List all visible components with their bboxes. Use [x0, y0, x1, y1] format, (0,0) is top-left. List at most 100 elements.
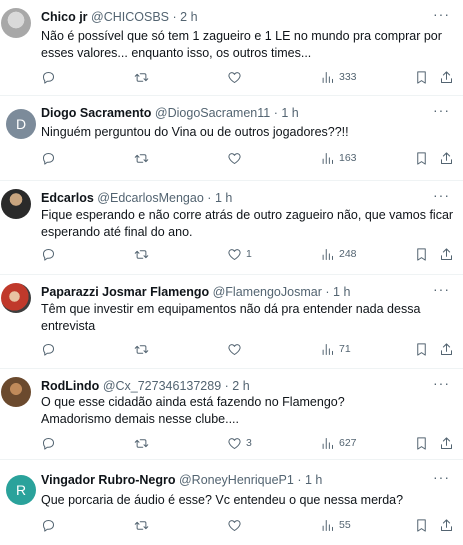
share-button[interactable]	[439, 67, 454, 87]
share-button[interactable]	[439, 244, 454, 264]
retweet-button[interactable]	[134, 339, 153, 359]
more-options-icon[interactable]: ···	[433, 7, 450, 21]
tweet[interactable]: R Vingador Rubro-Negro @RoneyHenriqueP1 …	[0, 460, 463, 545]
reply-button[interactable]	[41, 148, 60, 168]
timestamp[interactable]: 1 h	[305, 473, 322, 487]
author-handle[interactable]: @FlamengoJosmar	[213, 285, 322, 299]
tweet-text: O que esse cidadão ainda está fazendo no…	[41, 395, 345, 426]
retweet-icon	[134, 153, 149, 163]
retweet-icon	[134, 438, 149, 448]
views-button[interactable]: 55	[320, 515, 351, 535]
author-name[interactable]: Paparazzi Josmar Flamengo	[41, 285, 209, 299]
avatar[interactable]	[1, 189, 31, 219]
retweet-button[interactable]	[134, 244, 153, 264]
author-handle[interactable]: @EdcarlosMengao	[97, 191, 204, 205]
reply-button[interactable]	[41, 515, 60, 535]
tweet[interactable]: RodLindo @Cx_727346137289 · 2 h ··· O qu…	[0, 369, 463, 460]
views-button[interactable]: 163	[320, 148, 357, 168]
share-button[interactable]	[439, 515, 454, 535]
author-name[interactable]: Edcarlos	[41, 191, 94, 205]
more-options-icon[interactable]: ···	[433, 470, 450, 484]
author-name[interactable]: Vingador Rubro-Negro	[41, 473, 176, 487]
like-button[interactable]: 1	[227, 244, 252, 264]
reply-icon	[43, 519, 54, 532]
timestamp[interactable]: 1 h	[281, 106, 298, 120]
retweet-button[interactable]	[134, 148, 153, 168]
tweet-actions: 1 248	[41, 244, 455, 264]
share-button[interactable]	[439, 433, 454, 453]
reply-button[interactable]	[41, 67, 60, 87]
more-options-icon[interactable]: ···	[433, 188, 450, 202]
avatar[interactable]	[1, 8, 31, 38]
tweet-actions: 71	[41, 339, 455, 359]
views-button[interactable]: 71	[320, 339, 351, 359]
author-handle[interactable]: @DiogoSacramen11	[155, 106, 270, 120]
bookmark-button[interactable]	[414, 67, 429, 87]
retweet-icon	[134, 72, 149, 82]
tweet-header: Paparazzi Josmar Flamengo @FlamengoJosma…	[41, 284, 350, 300]
bookmark-button[interactable]	[414, 433, 429, 453]
retweet-icon	[134, 344, 149, 354]
tweet[interactable]: Edcarlos @EdcarlosMengao · 1 h ··· Fique…	[0, 181, 463, 275]
like-button[interactable]	[227, 67, 246, 87]
separator: ·	[207, 191, 212, 205]
share-button[interactable]	[439, 148, 454, 168]
tweet-actions: 3 627	[41, 433, 455, 453]
avatar[interactable]	[1, 377, 31, 407]
bookmark-button[interactable]	[414, 148, 429, 168]
reply-button[interactable]	[41, 433, 60, 453]
like-button[interactable]	[227, 339, 246, 359]
avatar[interactable]: R	[6, 475, 36, 505]
bookmark-icon	[417, 70, 426, 84]
share-icon	[441, 436, 452, 449]
timestamp[interactable]: 1 h	[215, 191, 232, 205]
views-count: 55	[339, 519, 351, 531]
retweet-button[interactable]	[134, 515, 153, 535]
tweet[interactable]: D Diogo Sacramento @DiogoSacramen11 · 1 …	[0, 96, 463, 181]
bookmark-icon	[417, 342, 426, 356]
retweet-icon	[134, 249, 149, 259]
like-button[interactable]: 3	[227, 433, 252, 453]
views-count: 71	[339, 343, 351, 355]
tweet-actions: 333	[41, 67, 455, 87]
separator: ·	[273, 106, 278, 120]
reply-button[interactable]	[41, 244, 60, 264]
more-options-icon[interactable]: ···	[433, 103, 450, 117]
bookmark-button[interactable]	[414, 339, 429, 359]
timestamp[interactable]: 2 h	[232, 379, 249, 393]
author-handle[interactable]: @CHICOSBS	[91, 10, 169, 24]
author-name[interactable]: RodLindo	[41, 379, 99, 393]
author-handle[interactable]: @RoneyHenriqueP1	[179, 473, 294, 487]
tweet-text: Ninguém perguntou do Vina ou de outros j…	[41, 125, 349, 139]
share-button[interactable]	[439, 339, 454, 359]
bookmark-button[interactable]	[414, 515, 429, 535]
like-icon	[228, 519, 241, 531]
retweet-button[interactable]	[134, 67, 153, 87]
views-button[interactable]: 248	[320, 244, 357, 264]
views-button[interactable]: 333	[320, 67, 357, 87]
like-button[interactable]	[227, 148, 246, 168]
bookmark-button[interactable]	[414, 244, 429, 264]
like-icon	[228, 152, 241, 164]
timestamp[interactable]: 2 h	[180, 10, 197, 24]
author-name[interactable]: Diogo Sacramento	[41, 106, 151, 120]
reply-icon	[43, 152, 54, 165]
avatar[interactable]: D	[6, 109, 36, 139]
avatar[interactable]	[1, 283, 31, 313]
tweet-text: Não é possível que só tem 1 zagueiro e 1…	[41, 29, 442, 60]
like-icon	[228, 343, 241, 355]
author-name[interactable]: Chico jr	[41, 10, 88, 24]
timestamp[interactable]: 1 h	[333, 285, 350, 299]
like-button[interactable]	[227, 515, 246, 535]
tweet-header: Chico jr @CHICOSBS · 2 h	[41, 9, 198, 25]
more-options-icon[interactable]: ···	[433, 282, 450, 296]
tweet[interactable]: Chico jr @CHICOSBS · 2 h ··· Não é possí…	[0, 0, 463, 96]
tweet[interactable]: Paparazzi Josmar Flamengo @FlamengoJosma…	[0, 275, 463, 369]
views-count: 333	[339, 71, 357, 83]
retweet-button[interactable]	[134, 433, 153, 453]
author-handle[interactable]: @Cx_727346137289	[103, 379, 221, 393]
share-icon	[441, 518, 452, 531]
more-options-icon[interactable]: ···	[433, 376, 450, 390]
views-button[interactable]: 627	[320, 433, 357, 453]
reply-button[interactable]	[41, 339, 60, 359]
